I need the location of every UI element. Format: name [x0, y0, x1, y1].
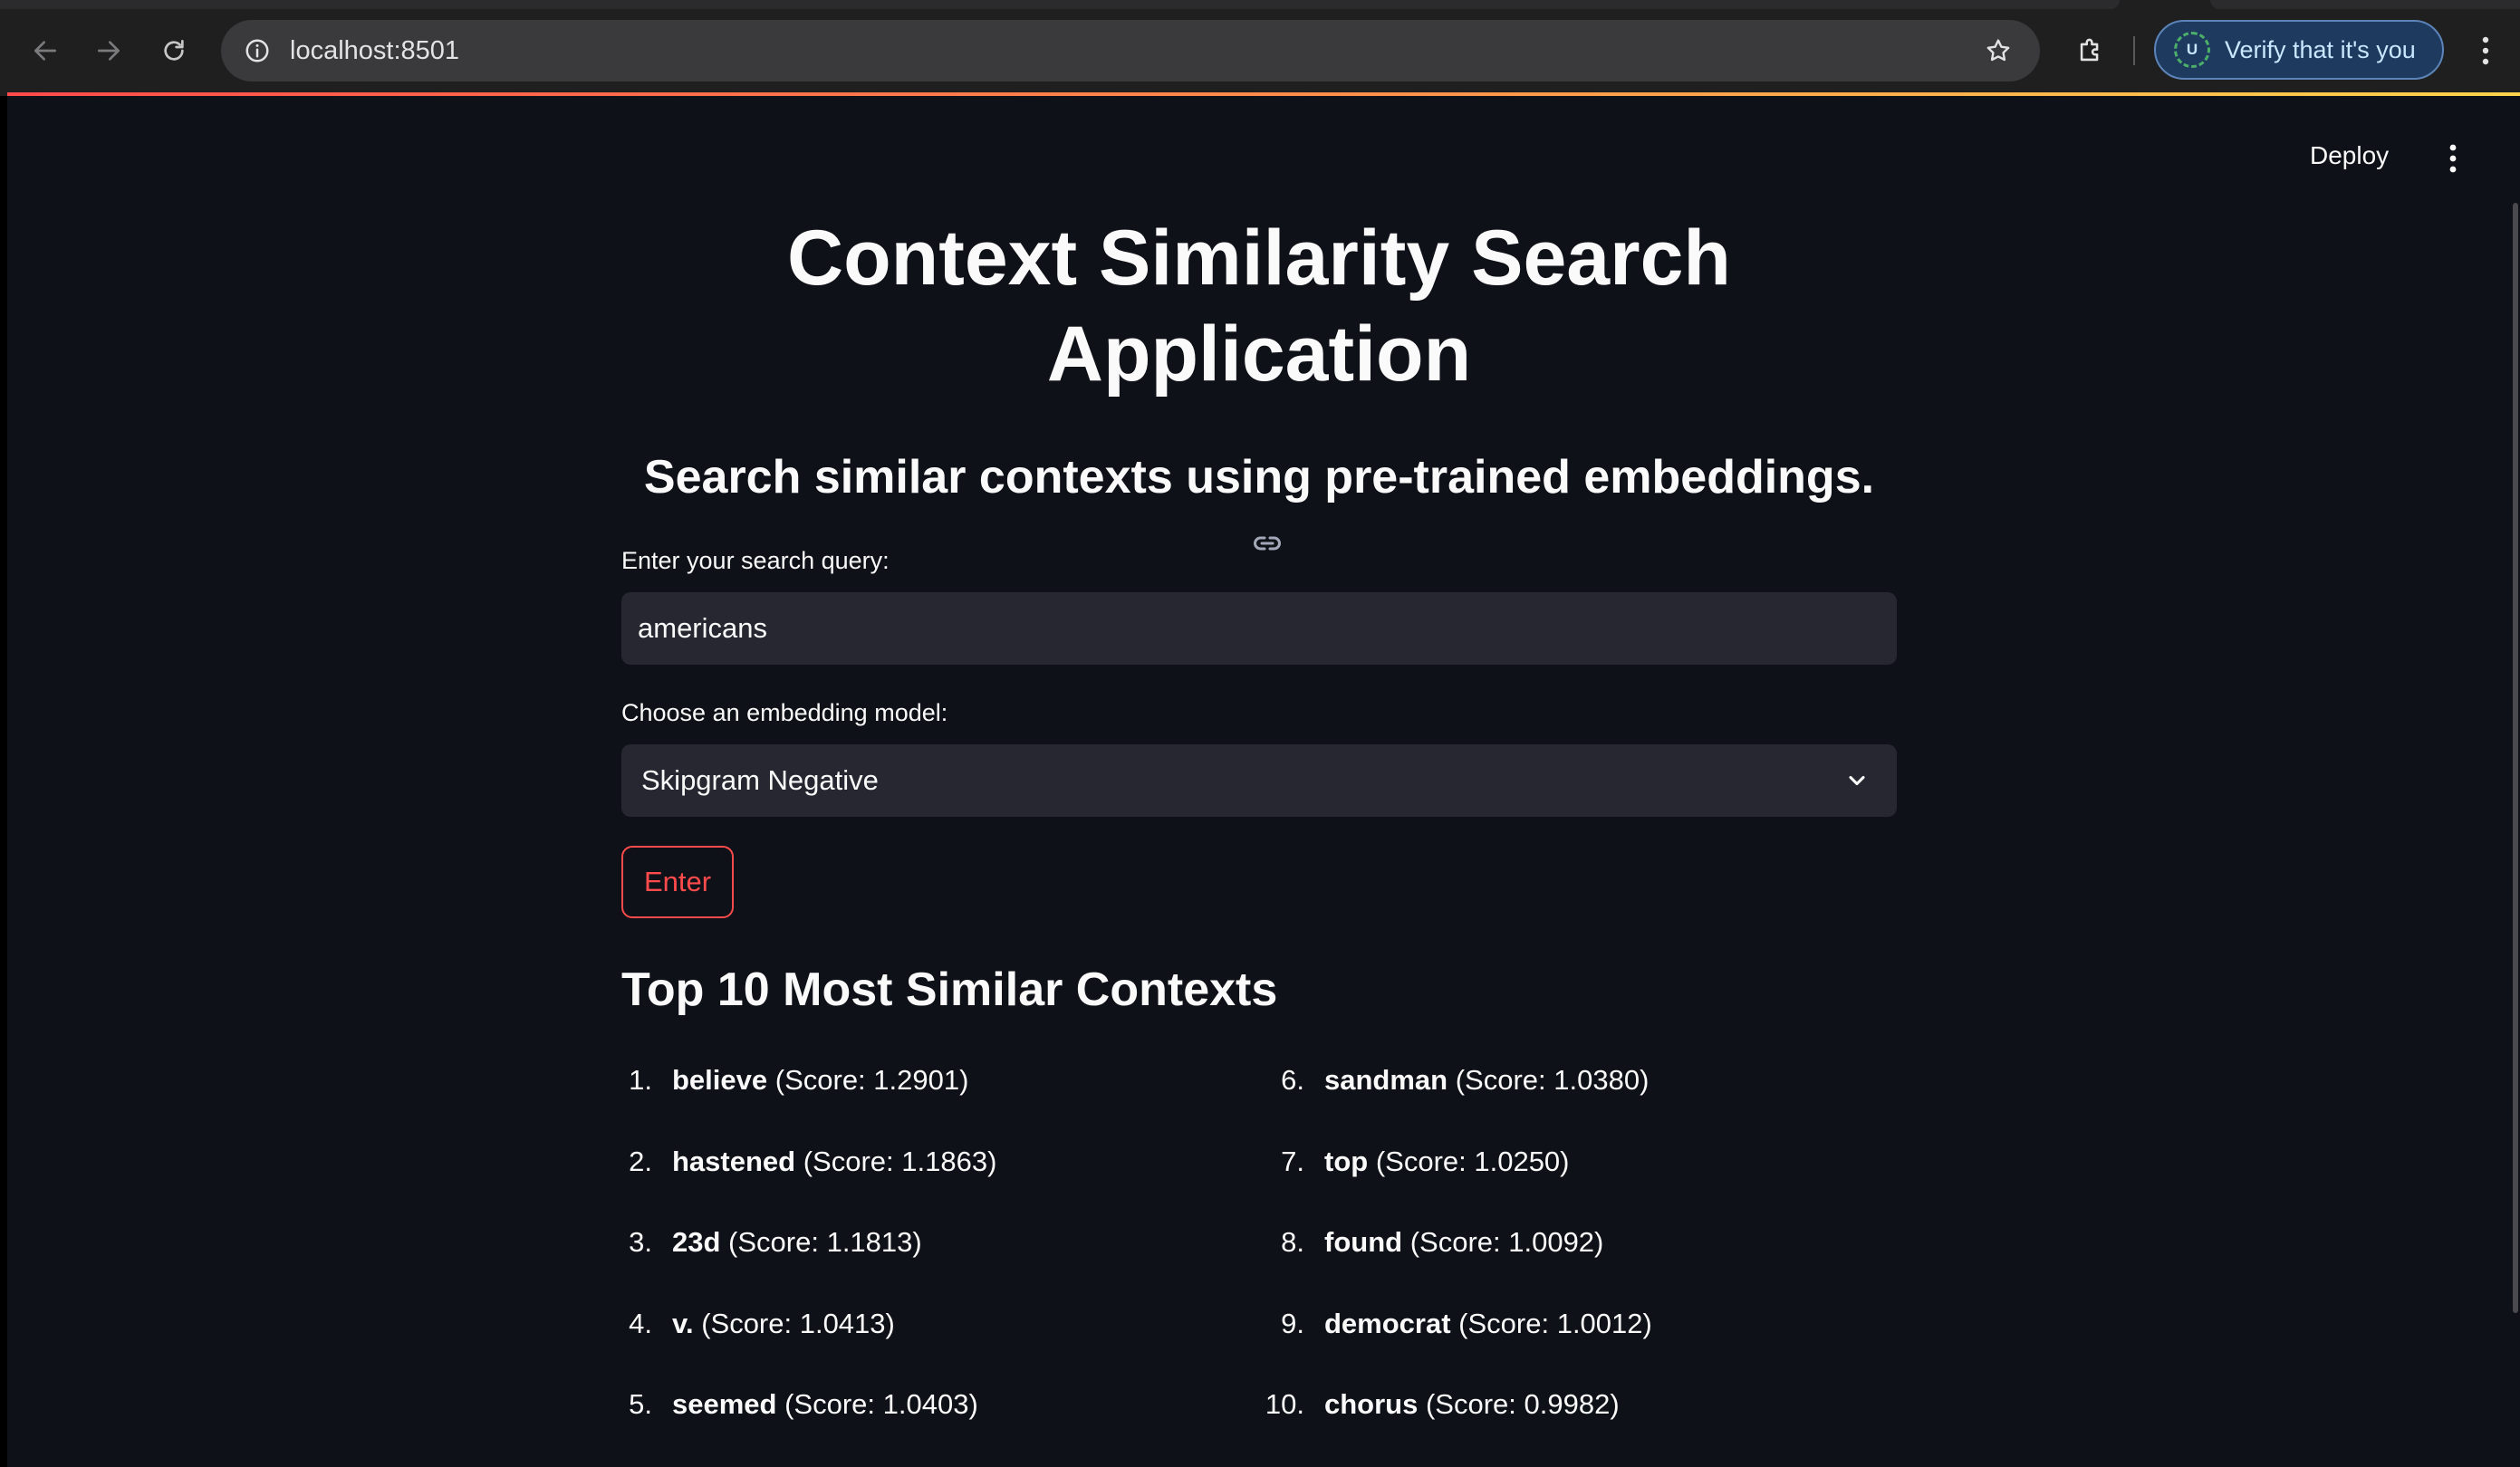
result-item: 10. chorus (Score: 0.9982): [1265, 1385, 1890, 1424]
tab-strip: [0, 0, 2120, 9]
result-score: (Score: 1.0413): [701, 1308, 895, 1339]
puzzle-icon: [2080, 38, 2099, 62]
reload-button[interactable]: [149, 25, 199, 76]
result-score: (Score: 1.0403): [784, 1388, 978, 1420]
result-score: (Score: 1.0380): [1455, 1064, 1650, 1096]
kebab-menu-icon: [2449, 144, 2457, 173]
result-score: (Score: 1.0092): [1409, 1226, 1604, 1258]
bookmark-star-icon[interactable]: [1978, 31, 2018, 71]
search-input[interactable]: [621, 592, 1897, 665]
arrow-left-icon: [34, 41, 56, 61]
title-line-2: Application: [1046, 311, 1472, 398]
result-word: top: [1324, 1146, 1369, 1177]
result-word: believe: [672, 1064, 768, 1096]
result-number: 1.: [629, 1064, 652, 1096]
result-number: 9.: [1281, 1308, 1304, 1339]
subtitle-text: Search similar contexts using pre-traine…: [643, 451, 1875, 503]
verify-identity-button[interactable]: U Verify that it's you: [2154, 20, 2444, 80]
back-button[interactable]: [20, 25, 71, 76]
result-item: 5. seemed (Score: 1.0403): [621, 1385, 1255, 1424]
tab-strip-right: [2210, 0, 2520, 9]
enter-button[interactable]: Enter: [621, 846, 734, 918]
result-word: chorus: [1324, 1388, 1419, 1420]
result-number: 8.: [1281, 1226, 1304, 1258]
verify-label: Verify that it's you: [2225, 35, 2416, 63]
result-number: 3.: [629, 1226, 652, 1258]
page-title: Context Similarity Search Application: [621, 210, 1897, 402]
extensions-button[interactable]: [2065, 25, 2116, 76]
deploy-button[interactable]: Deploy: [2310, 141, 2389, 170]
address-bar[interactable]: localhost:8501: [221, 20, 2040, 82]
browser-toolbar: localhost:8501 U Verify that it's you: [0, 0, 2520, 96]
forward-button[interactable]: [83, 25, 134, 76]
result-score: (Score: 1.1813): [728, 1226, 922, 1258]
result-number: 4.: [629, 1308, 652, 1339]
url-text[interactable]: localhost:8501: [290, 36, 459, 66]
reload-icon: [164, 40, 184, 61]
site-info-icon[interactable]: [239, 33, 275, 69]
result-word: democrat: [1324, 1308, 1451, 1339]
result-score: (Score: 1.0012): [1458, 1308, 1652, 1339]
result-score: (Score: 1.1863): [803, 1146, 997, 1177]
results-heading: Top 10 Most Similar Contexts: [621, 964, 1278, 1016]
result-number: 7.: [1281, 1146, 1304, 1177]
app-menu-button[interactable]: [2437, 136, 2469, 181]
result-item: 9. democrat (Score: 1.0012): [1274, 1304, 1890, 1344]
browser-menu-button[interactable]: [2466, 25, 2506, 76]
result-word: seemed: [672, 1388, 777, 1420]
result-item: 7. top (Score: 1.0250): [1274, 1142, 1890, 1182]
toolbar-separator: [2133, 36, 2135, 65]
result-score: (Score: 1.2901): [774, 1064, 969, 1096]
anchor-link-icon[interactable]: [1251, 527, 1284, 560]
app-container: Deploy Context Similarity Search Applica…: [0, 96, 2520, 1467]
result-item: 1. believe (Score: 1.2901): [621, 1060, 1255, 1100]
result-score: (Score: 0.9982): [1425, 1388, 1620, 1420]
model-select-value: Skipgram Negative: [641, 764, 879, 796]
result-word: found: [1324, 1226, 1403, 1258]
query-label: Enter your search query:: [621, 547, 890, 574]
result-word: hastened: [672, 1146, 796, 1177]
result-score: (Score: 1.0250): [1375, 1146, 1570, 1177]
result-item: 2. hastened (Score: 1.1863): [621, 1142, 1255, 1182]
model-select[interactable]: Skipgram Negative: [621, 744, 1897, 817]
arrow-right-icon: [98, 41, 120, 61]
window-edge: [0, 96, 7, 1467]
result-number: 10.: [1265, 1388, 1304, 1420]
title-line-1: Context Similarity Search: [787, 215, 1731, 302]
profile-avatar: U: [2174, 32, 2210, 68]
result-number: 6.: [1281, 1064, 1304, 1096]
result-item: 3. 23d (Score: 1.1813): [621, 1222, 1255, 1262]
result-word: 23d: [672, 1226, 721, 1258]
result-item: 8. found (Score: 1.0092): [1274, 1222, 1890, 1262]
kebab-menu-icon: [2482, 36, 2489, 65]
result-word: sandman: [1324, 1064, 1448, 1096]
page-scrollbar[interactable]: [2513, 203, 2518, 1313]
result-item: 6. sandman (Score: 1.0380): [1274, 1060, 1890, 1100]
model-label: Choose an embedding model:: [621, 699, 948, 726]
result-number: 2.: [629, 1146, 652, 1177]
result-number: 5.: [629, 1388, 652, 1420]
result-item: 4. v. (Score: 1.0413): [621, 1304, 1255, 1344]
result-word: v.: [672, 1308, 694, 1339]
chevron-down-icon: [1849, 775, 1865, 786]
